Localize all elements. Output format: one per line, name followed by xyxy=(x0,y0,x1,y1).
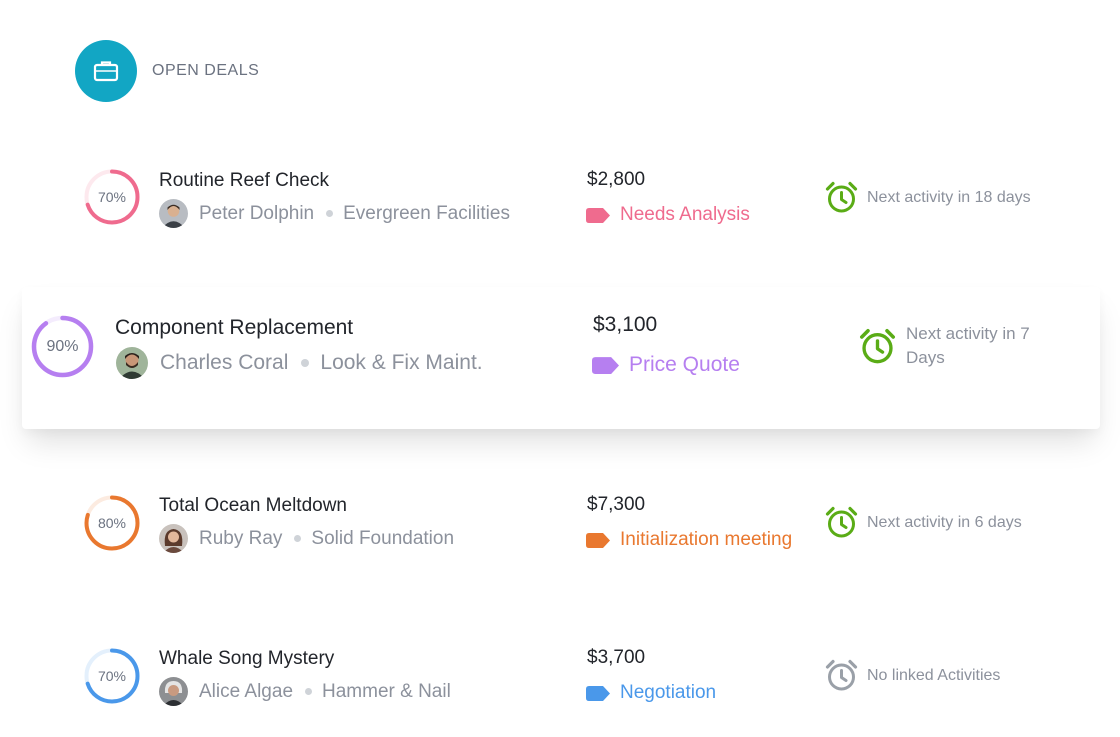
company-name[interactable]: Look & Fix Maint. xyxy=(320,351,482,375)
tag-icon xyxy=(586,207,610,223)
deal-title[interactable]: Component Replacement xyxy=(115,316,353,340)
progress-ring: 70% xyxy=(84,648,140,704)
page-title: OPEN DEALS xyxy=(152,62,260,79)
tag-icon xyxy=(592,356,619,374)
alarm-clock-icon xyxy=(825,659,858,691)
deal-meta: Charles Coral Look & Fix Maint. xyxy=(116,347,483,379)
contact-name[interactable]: Peter Dolphin xyxy=(199,203,314,225)
stage-badge[interactable]: Initialization meeting xyxy=(586,529,792,551)
activity-text: No linked Activities xyxy=(867,666,1001,684)
progress-ring: 90% xyxy=(31,315,94,378)
briefcase-icon xyxy=(75,40,137,102)
activity-text: Next activity in 7 Days xyxy=(906,324,1030,367)
deal-title[interactable]: Routine Reef Check xyxy=(159,170,329,192)
deal-row[interactable]: 70% Routine Reef Check Peter Dolphin Eve… xyxy=(0,148,1120,248)
stage-label: Initialization meeting xyxy=(620,529,793,550)
progress-label: 90% xyxy=(46,337,79,355)
activity-text: Next activity in 6 days xyxy=(867,513,1022,531)
company-name[interactable]: Evergreen Facilities xyxy=(343,203,510,225)
deal-meta: Alice Algae Hammer & Nail xyxy=(159,677,451,706)
progress-ring: 80% xyxy=(84,495,140,551)
deal-meta: Peter Dolphin Evergreen Facilities xyxy=(159,199,510,228)
next-activity[interactable]: No linked Activities xyxy=(825,659,1055,692)
activity-text: Next activity in 18 days xyxy=(867,188,1031,206)
deal-amount: $7,300 xyxy=(587,494,646,515)
stage-label: Negotiation xyxy=(620,682,717,703)
company-name[interactable]: Hammer & Nail xyxy=(322,681,451,703)
contact-name[interactable]: Alice Algae xyxy=(199,681,293,703)
progress-label: 80% xyxy=(97,515,127,531)
avatar[interactable] xyxy=(159,677,188,706)
stage-badge[interactable]: Price Quote xyxy=(592,353,740,377)
deal-amount: $3,100 xyxy=(593,313,658,336)
open-deals-header: OPEN DEALS xyxy=(75,40,259,102)
contact-name[interactable]: Ruby Ray xyxy=(199,528,282,550)
contact-name[interactable]: Charles Coral xyxy=(160,351,288,375)
stage-badge[interactable]: Needs Analysis xyxy=(586,204,750,226)
deal-amount: $2,800 xyxy=(587,169,646,190)
tag-icon xyxy=(586,685,610,701)
deal-amount: $3,700 xyxy=(587,647,646,668)
company-name[interactable]: Solid Foundation xyxy=(311,528,454,550)
deal-meta: Ruby Ray Solid Foundation xyxy=(159,524,454,553)
tag-icon xyxy=(586,532,610,548)
deal-title[interactable]: Whale Song Mystery xyxy=(159,648,334,670)
alarm-clock-icon xyxy=(860,328,895,363)
progress-label: 70% xyxy=(97,189,127,205)
separator-dot xyxy=(326,210,334,217)
deal-title[interactable]: Total Ocean Meltdown xyxy=(159,495,347,517)
deal-row[interactable]: 70% Whale Song Mystery Alice Algae Hamme… xyxy=(0,626,1120,726)
avatar[interactable] xyxy=(159,199,188,228)
avatar[interactable] xyxy=(116,347,148,379)
next-activity[interactable]: Next activity in 7 Days xyxy=(859,322,1059,370)
alarm-clock-icon xyxy=(825,181,858,213)
deal-row-highlighted[interactable]: 90% Component Replacement Charles Coral … xyxy=(22,287,1100,429)
stage-label: Price Quote xyxy=(629,353,740,376)
separator-dot xyxy=(305,688,313,695)
next-activity[interactable]: Next activity in 6 days xyxy=(825,506,1055,539)
progress-ring: 70% xyxy=(84,169,140,225)
stage-badge[interactable]: Negotiation xyxy=(586,682,716,704)
alarm-clock-icon xyxy=(825,506,858,538)
progress-label: 70% xyxy=(97,668,127,684)
stage-label: Needs Analysis xyxy=(620,204,750,225)
deal-row[interactable]: 80% Total Ocean Meltdown Ruby Ray Solid … xyxy=(0,473,1120,573)
separator-dot xyxy=(301,359,310,367)
separator-dot xyxy=(294,535,302,542)
next-activity[interactable]: Next activity in 18 days xyxy=(825,181,1055,214)
avatar[interactable] xyxy=(159,524,188,553)
